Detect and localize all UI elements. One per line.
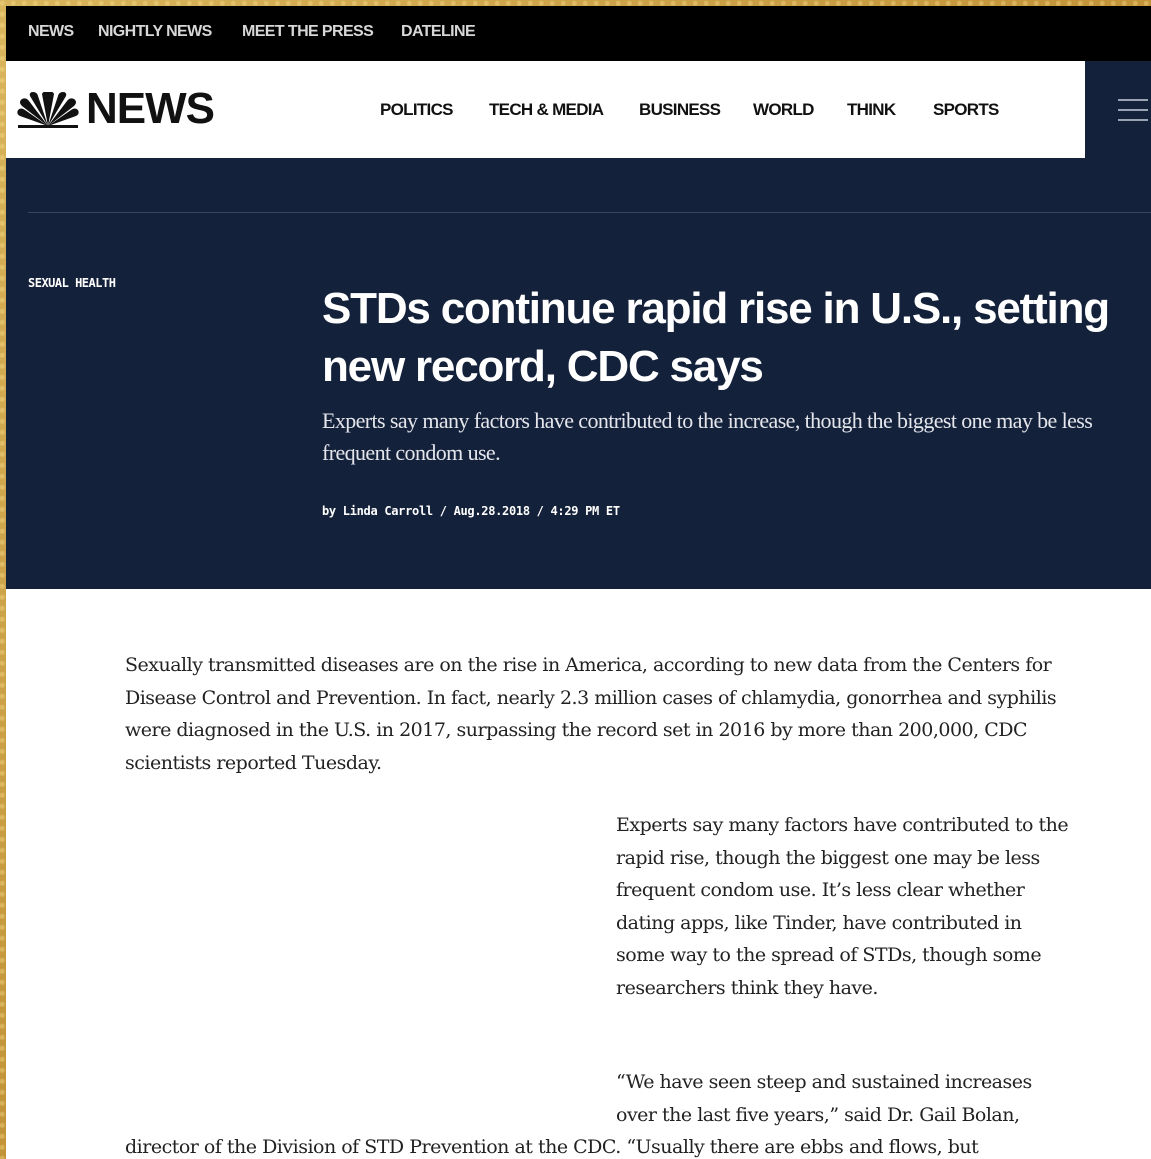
nav-world[interactable]: WORLD — [753, 100, 814, 120]
nav-business[interactable]: BUSINESS — [639, 100, 721, 120]
article-dek: Experts say many factors have contribute… — [322, 408, 1093, 465]
nbc-peacock-icon — [17, 92, 79, 128]
nav-tech-media[interactable]: TECH & MEDIA — [489, 100, 604, 120]
top-nav-meet-the-press[interactable]: MEET THE PRESS — [242, 23, 374, 41]
article-body: Sexually transmitted diseases are on the… — [6, 589, 1151, 1159]
article-paragraph: Experts say many factors have contribute… — [616, 814, 1069, 999]
article-paragraph: Sexually transmitted diseases are on the… — [125, 654, 1057, 774]
article-paragraph: “We have seen steep and sustained increa… — [616, 1071, 1032, 1126]
article-byline: by Linda Carroll / Aug.28.2018 / 4:29 PM… — [322, 504, 620, 518]
article-paragraph: director of the Division of STD Preventi… — [125, 1136, 979, 1158]
top-utility-bar: NEWS NIGHTLY NEWS MEET THE PRESS DATELIN… — [6, 6, 1151, 61]
site-header: NEWS POLITICS TECH & MEDIA BUSINESS WORL… — [6, 61, 1085, 158]
top-nav-news[interactable]: NEWS — [28, 23, 74, 41]
nav-politics[interactable]: POLITICS — [380, 100, 453, 120]
hamburger-menu-icon[interactable] — [1118, 99, 1148, 121]
section-label[interactable]: SEXUAL HEALTH — [28, 276, 116, 290]
page-frame: NEWS NIGHTLY NEWS MEET THE PRESS DATELIN… — [6, 6, 1151, 1159]
top-nav-dateline[interactable]: DATELINE — [401, 23, 476, 41]
logo-wordmark: NEWS — [86, 84, 215, 133]
divider — [28, 212, 1151, 213]
nav-sports[interactable]: SPORTS — [933, 100, 999, 120]
top-nav-nightly-news[interactable]: NIGHTLY NEWS — [98, 23, 212, 41]
article-hero: NEWS POLITICS TECH & MEDIA BUSINESS WORL… — [6, 61, 1151, 589]
article-headline: STDs continue rapid rise in U.S., settin… — [322, 284, 1110, 391]
nav-think[interactable]: THINK — [847, 100, 896, 120]
